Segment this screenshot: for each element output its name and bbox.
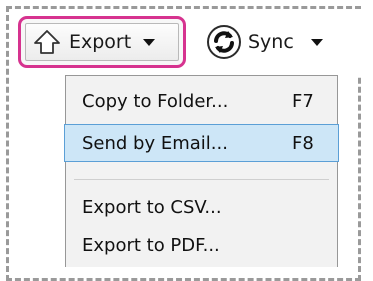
menu-item-label: Export to PDF... [82, 234, 220, 256]
export-button[interactable]: Export [18, 16, 186, 68]
menu-separator [74, 179, 329, 180]
menu-item-label: Copy to Folder... [82, 90, 229, 112]
menu-item-export-to-csv[interactable]: Export to CSV... [66, 188, 337, 226]
menu-item-export-to-pdf[interactable]: Export to PDF... [66, 226, 337, 264]
chevron-down-icon [143, 38, 156, 46]
export-icon [33, 29, 61, 55]
menu-item-label: Send by Email... [82, 132, 228, 154]
menu-item-copy-to-folder[interactable]: Copy to Folder... F7 [66, 82, 337, 120]
menu-item-label: Export to CSV... [82, 196, 222, 218]
export-dropdown-menu: Copy to Folder... F7 Send by Email... F8… [64, 75, 339, 267]
sync-icon [206, 24, 242, 60]
sync-button[interactable]: Sync [206, 22, 323, 62]
menu-item-shortcut: F7 [292, 90, 314, 112]
export-label: Export [69, 31, 132, 53]
menu-item-send-by-email[interactable]: Send by Email... F8 [64, 124, 339, 162]
menu-item-shortcut: F8 [292, 132, 314, 154]
chevron-down-icon[interactable] [310, 38, 323, 46]
sync-label: Sync [248, 31, 294, 53]
